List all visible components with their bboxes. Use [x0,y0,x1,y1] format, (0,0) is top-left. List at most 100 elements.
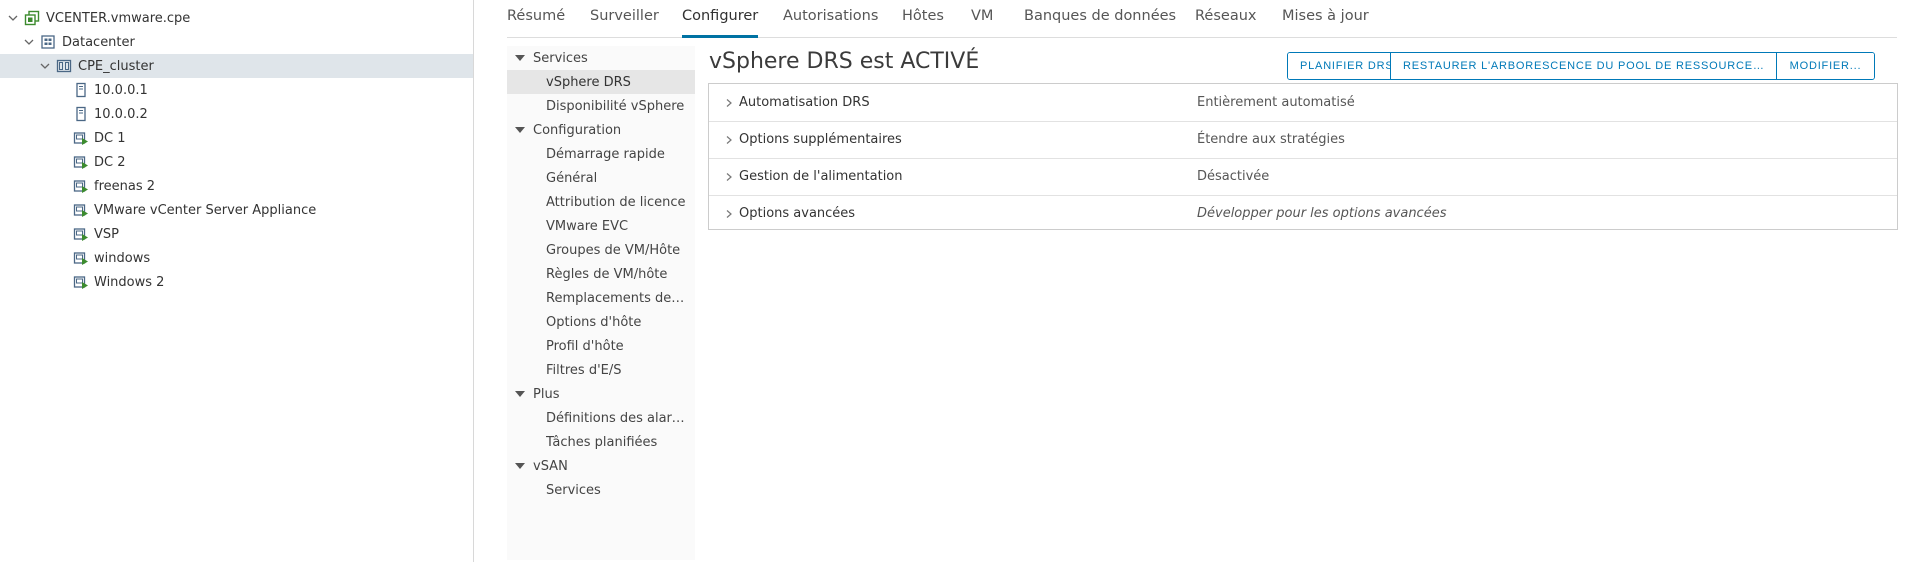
nav-item-label: Attribution de licence [546,194,686,210]
tree-node-vcenter[interactable]: VCENTER.vmware.cpe [0,6,473,30]
nav-item-label: Groupes de VM/Hôte [546,242,681,258]
nav-group-configuration[interactable]: Configuration [507,118,695,142]
vm-icon [73,226,89,242]
nav-item-vmware-evc[interactable]: VMware EVC [507,214,695,238]
nav-group-label: Plus [533,386,560,402]
caret-down-icon [515,463,525,469]
tree-node-datacenter[interactable]: Datacenter [0,30,473,54]
chevron-down-icon[interactable] [7,12,19,24]
chevron-right-icon[interactable] [724,171,734,181]
tree-node-label: Datacenter [62,34,135,50]
plan-drs-button[interactable]: PLANIFIER DRS... [1288,53,1404,79]
tab-configurer[interactable]: Configurer [682,8,759,38]
cluster-icon [56,58,72,74]
restore-resource-pool-tree-button[interactable]: RESTAURER L'ARBORESCENCE DU POOL DE RESS… [1390,53,1776,79]
tree-node-vm[interactable]: freenas 2 [0,174,473,198]
stack-row-automatisation-drs[interactable]: Automatisation DRS Entièrement automatis… [709,84,1897,122]
tree-node-label: 10.0.0.2 [94,106,148,122]
nav-item-general[interactable]: Général [507,166,695,190]
tree-node-host[interactable]: 10.0.0.2 [0,102,473,126]
tab-mises-a-jour[interactable]: Mises à jour [1282,8,1369,37]
nav-group-label: Configuration [533,122,622,138]
chevron-down-icon[interactable] [23,36,35,48]
host-icon [73,106,89,122]
tree-node-label: VSP [94,226,119,242]
nav-group-services[interactable]: Services [507,46,695,70]
stack-row-options-supplementaires[interactable]: Options supplémentaires Étendre aux stra… [709,121,1897,159]
stack-row-value: Étendre aux stratégies [1197,132,1345,147]
configure-nav: Services vSphere DRS Disponibilité vSphe… [507,46,695,560]
chevron-right-icon[interactable] [724,134,734,144]
nav-group-vsan[interactable]: vSAN [507,454,695,478]
vm-icon [73,154,89,170]
tab-autorisations[interactable]: Autorisations [783,8,878,37]
nav-item-taches-planifiees[interactable]: Tâches planifiées [507,430,695,454]
nav-item-label: Tâches planifiées [546,434,658,450]
vm-icon [73,274,89,290]
tab-vm[interactable]: VM [971,8,993,37]
tree-node-label: CPE_cluster [78,58,154,74]
tree-node-label: VMware vCenter Server Appliance [94,202,317,218]
tab-surveiller[interactable]: Surveiller [590,8,659,37]
nav-item-profil-d-hote[interactable]: Profil d'hôte [507,334,695,358]
nav-group-plus[interactable]: Plus [507,382,695,406]
nav-item-filtres-e-s[interactable]: Filtres d'E/S [507,358,695,382]
inventory-tree: VCENTER.vmware.cpe Datacenter CPE_cluste… [0,0,474,562]
nav-item-options-d-hote[interactable]: Options d'hôte [507,310,695,334]
nav-item-label: Disponibilité vSphere [546,98,685,114]
chevron-right-icon[interactable] [724,208,734,218]
stack-row-label: Automatisation DRS [739,95,870,110]
drs-settings-stack: Automatisation DRS Entièrement automatis… [708,83,1898,230]
tree-node-label: windows [94,250,151,266]
nav-item-label: Général [546,170,598,186]
nav-item-groupes-vm-hote[interactable]: Groupes de VM/Hôte [507,238,695,262]
nav-group-label: vSAN [533,458,568,474]
vm-icon [73,250,89,266]
tree-node-vm[interactable]: Windows 2 [0,270,473,294]
nav-item-disponibilite-vsphere[interactable]: Disponibilité vSphere [507,94,695,118]
page-title: vSphere DRS est ACTIVÉ [709,49,980,74]
stack-row-gestion-alimentation[interactable]: Gestion de l'alimentation Désactivée [709,158,1897,196]
tree-node-host[interactable]: 10.0.0.1 [0,78,473,102]
tree-node-label: DC 2 [94,154,126,170]
vm-icon [73,202,89,218]
nav-item-definitions-des-alarmes[interactable]: Définitions des alarmes [507,406,695,430]
nav-item-label: Définitions des alarmes [546,410,686,426]
caret-down-icon [515,391,525,397]
tree-node-label: 10.0.0.1 [94,82,148,98]
edit-button[interactable]: MODIFIER... [1776,53,1874,79]
tab-banques-de-donnees[interactable]: Banques de données [1024,8,1176,37]
tree-node-label: VCENTER.vmware.cpe [46,10,191,26]
tree-node-vm[interactable]: VMware vCenter Server Appliance [0,198,473,222]
nav-item-vsphere-drs[interactable]: vSphere DRS [507,70,695,94]
tab-reseaux[interactable]: Réseaux [1195,8,1256,37]
stack-row-options-avancees[interactable]: Options avancées Développer pour les opt… [709,195,1897,232]
nav-item-label: Remplacements de VM [546,290,686,306]
tree-node-vm[interactable]: VSP [0,222,473,246]
nav-item-label: Profil d'hôte [546,338,624,354]
tree-node-vm[interactable]: DC 1 [0,126,473,150]
nav-item-demarrage-rapide[interactable]: Démarrage rapide [507,142,695,166]
nav-item-label: Filtres d'E/S [546,362,622,378]
datacenter-icon [40,34,56,50]
tab-resume[interactable]: Résumé [507,8,565,37]
nav-item-remplacements-de-vm[interactable]: Remplacements de VM [507,286,695,310]
nav-item-attribution-de-licence[interactable]: Attribution de licence [507,190,695,214]
tree-node-vm[interactable]: DC 2 [0,150,473,174]
tab-hotes[interactable]: Hôtes [902,8,944,37]
stack-row-value: Développer pour les options avancées [1197,206,1447,221]
vcenter-icon [24,10,40,26]
stack-row-label: Options supplémentaires [739,132,902,147]
stack-row-label: Options avancées [739,206,856,221]
nav-item-regles-vm-hote[interactable]: Règles de VM/hôte [507,262,695,286]
nav-item-vsan-services[interactable]: Services [507,478,695,502]
chevron-down-icon[interactable] [39,60,51,72]
nav-item-label: Règles de VM/hôte [546,266,668,282]
vm-icon [73,130,89,146]
tree-node-vm[interactable]: windows [0,246,473,270]
chevron-right-icon[interactable] [724,97,734,107]
tree-node-label: Windows 2 [94,274,165,290]
tree-node-cluster[interactable]: CPE_cluster [0,54,473,78]
vm-icon [73,178,89,194]
stack-row-label: Gestion de l'alimentation [739,169,903,184]
